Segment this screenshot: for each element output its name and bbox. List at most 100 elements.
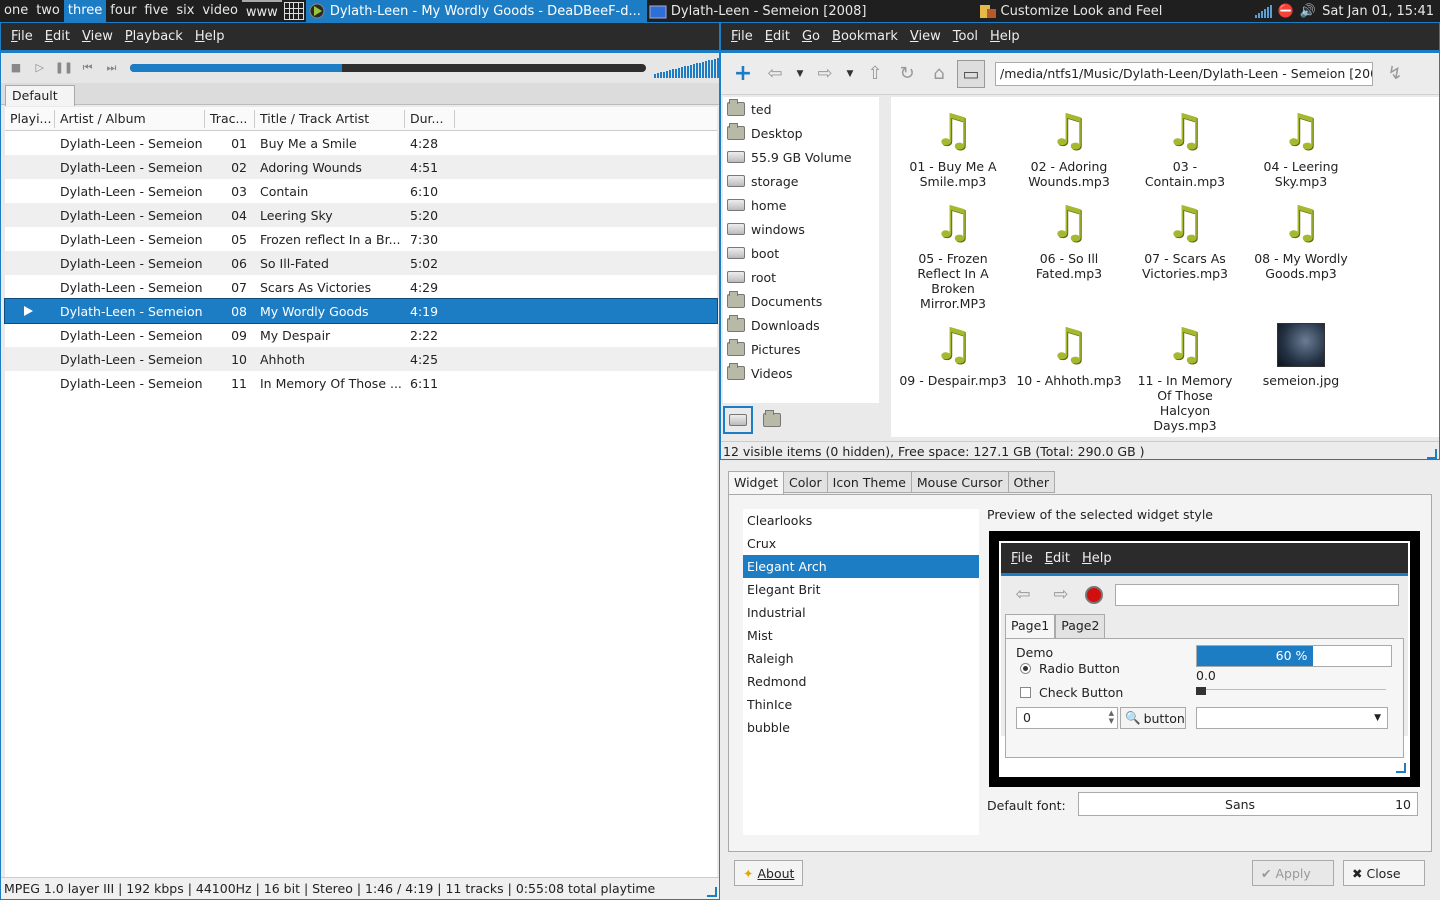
pause-button[interactable]: ❚❚ xyxy=(55,59,73,77)
column-artist-album[interactable]: Artist / Album xyxy=(55,109,205,128)
next-button[interactable]: ⏭ xyxy=(103,59,121,77)
file-item[interactable]: ♫ 09 - Despair.mp3 xyxy=(895,319,1011,433)
place-desktop[interactable]: Desktop xyxy=(723,121,879,145)
play-button[interactable]: ▷ xyxy=(31,59,49,77)
place-home[interactable]: home xyxy=(723,193,879,217)
theme-item[interactable]: Crux xyxy=(743,532,979,555)
column-track[interactable]: Trac... xyxy=(205,109,255,128)
playlist-row[interactable]: Dylath-Leen - Semeion 11 In Memory Of Thos… xyxy=(5,371,717,395)
theme-item[interactable]: Redmond xyxy=(743,670,979,693)
tab-widget[interactable]: Widget xyxy=(728,471,785,495)
resize-grip[interactable] xyxy=(1427,449,1437,459)
place-pictures[interactable]: Pictures xyxy=(723,337,879,361)
preview-tab-page2[interactable]: Page2 xyxy=(1055,614,1106,638)
back-history-dropdown-icon[interactable]: ▼ xyxy=(793,60,807,88)
theme-item[interactable]: Elegant Brit xyxy=(743,578,979,601)
menu-file[interactable]: File xyxy=(725,29,759,44)
theme-item[interactable]: ThinIce xyxy=(743,693,979,716)
file-item[interactable]: semeion.jpg xyxy=(1243,319,1359,433)
seek-bar[interactable] xyxy=(130,64,646,72)
font-picker-button[interactable]: Sans 10 xyxy=(1078,792,1418,816)
places-mode-button[interactable] xyxy=(723,406,753,434)
menu-help[interactable]: Help xyxy=(189,29,231,44)
apply-button[interactable]: ✔ Apply xyxy=(1252,860,1334,886)
workspace-video[interactable]: video xyxy=(198,0,242,22)
spin-button[interactable]: 0 ▲ ▼ xyxy=(1016,707,1118,729)
dirtree-mode-button[interactable] xyxy=(757,406,787,434)
resize-grip[interactable] xyxy=(707,887,717,897)
forward-arrow-icon[interactable]: ⇨ xyxy=(1047,581,1075,609)
workspace-three[interactable]: three xyxy=(63,0,107,22)
tab-color[interactable]: Color xyxy=(784,471,828,493)
back-arrow-icon[interactable]: ⇦ xyxy=(761,60,789,88)
forward-arrow-icon[interactable]: ⇨ xyxy=(811,60,839,88)
menu-view[interactable]: View xyxy=(76,29,119,44)
file-item[interactable]: ♫ 01 - Buy Me A Smile.mp3 xyxy=(895,105,1011,189)
theme-item[interactable]: Mist xyxy=(743,624,979,647)
place-boot[interactable]: boot xyxy=(723,241,879,265)
menu-edit[interactable]: Edit xyxy=(39,29,76,44)
previous-button[interactable]: ⏮ xyxy=(79,59,97,77)
preview-tab-page1[interactable]: Page1 xyxy=(1005,614,1056,638)
preview-menu-file[interactable]: File xyxy=(1005,551,1039,566)
scale-knob[interactable] xyxy=(1196,687,1206,695)
playlist-row[interactable]: Dylath-Leen - Semeion 03 Contain 6:10 xyxy=(5,179,717,203)
drive-icon[interactable]: ▭ xyxy=(957,59,985,88)
place-windows[interactable]: windows xyxy=(723,217,879,241)
playlist-row[interactable]: Dylath-Leen - Semeion 06 So Ill-Fated 5:02 xyxy=(5,251,717,275)
network-signal-icon[interactable] xyxy=(1254,4,1272,18)
file-item[interactable]: ♫ 05 - Frozen Reflect In A Broken Mirror.… xyxy=(895,197,1011,311)
menu-file[interactable]: File xyxy=(5,29,39,44)
menu-bookmark[interactable]: Bookmark xyxy=(826,29,904,44)
workspace-five[interactable]: five xyxy=(140,0,172,22)
playlist-row[interactable]: Dylath-Leen - Semeion 07 Scars As Victorie… xyxy=(5,275,717,299)
theme-item[interactable]: Raleigh xyxy=(743,647,979,670)
column-duration[interactable]: Dur... xyxy=(405,109,455,128)
theme-item[interactable]: Clearlooks xyxy=(743,509,979,532)
new-tab-plus-icon[interactable]: + xyxy=(729,60,757,88)
task-lxappearance[interactable]: Customize Look and Feel xyxy=(977,0,1169,22)
file-item[interactable]: ♫ 02 - Adoring Wounds.mp3 xyxy=(1011,105,1127,189)
column-playing[interactable]: Playi... xyxy=(5,109,55,128)
place-55-9-gb-volume[interactable]: 55.9 GB Volume xyxy=(723,145,879,169)
stop-button[interactable]: ■ xyxy=(7,59,25,77)
workspace-one[interactable]: one xyxy=(0,0,32,22)
tab-icon-theme[interactable]: Icon Theme xyxy=(827,471,912,493)
go-jump-icon[interactable]: ↯ xyxy=(1381,60,1409,88)
close-button[interactable]: ✖ Close xyxy=(1343,860,1425,886)
workspace-six[interactable]: six xyxy=(172,0,198,22)
menu-help[interactable]: Help xyxy=(984,29,1026,44)
playlist-row[interactable]: Dylath-Leen - Semeion 01 Buy Me a Smile 4:2… xyxy=(5,131,717,155)
window-list-grid-icon[interactable] xyxy=(283,2,304,20)
scale-slider[interactable] xyxy=(1196,687,1386,695)
theme-item[interactable]: bubble xyxy=(743,716,979,739)
preview-entry[interactable] xyxy=(1115,584,1399,606)
up-arrow-icon[interactable]: ⇧ xyxy=(861,60,889,88)
location-bar[interactable]: /media/ntfs1/Music/Dylath-Leen/Dylath-Le… xyxy=(995,61,1373,86)
task-deadbeef[interactable]: Dylath-Leen - My Wordly Goods - DeaDBeeF… xyxy=(305,0,647,22)
place-ted[interactable]: ted xyxy=(723,97,879,121)
playlist-tab-default[interactable]: Default xyxy=(5,85,75,106)
menu-view[interactable]: View xyxy=(904,29,947,44)
playlist-row[interactable]: Dylath-Leen - Semeion 09 My Despair 2:22 xyxy=(5,323,717,347)
preview-button[interactable]: 🔍 button xyxy=(1120,707,1186,729)
task-file-manager[interactable]: Dylath-Leen - Semeion [2008] xyxy=(647,0,873,22)
record-icon[interactable] xyxy=(1085,586,1103,604)
about-button[interactable]: ✦ About xyxy=(734,860,804,886)
file-item[interactable]: ♫ 10 - Ahhoth.mp3 xyxy=(1011,319,1127,433)
preview-menu-edit[interactable]: Edit xyxy=(1039,551,1076,566)
file-item[interactable]: ♫ 06 - So Ill Fated.mp3 xyxy=(1011,197,1127,311)
theme-item[interactable]: Elegant Arch xyxy=(743,555,979,578)
place-documents[interactable]: Documents xyxy=(723,289,879,313)
workspace-four[interactable]: four xyxy=(106,0,140,22)
preview-combo[interactable]: ▼ xyxy=(1196,707,1388,729)
place-videos[interactable]: Videos xyxy=(723,361,879,385)
volume-icon[interactable]: 🔊 xyxy=(1300,4,1316,19)
clock[interactable]: Sat Jan 01, 15:41 xyxy=(1322,4,1434,19)
check-button[interactable]: Check Button xyxy=(1020,685,1123,700)
playlist-row[interactable]: Dylath-Leen - Semeion 05 Frozen reflect In… xyxy=(5,227,717,251)
file-item[interactable]: ♫ 07 - Scars As Victories.mp3 xyxy=(1127,197,1243,311)
menu-tool[interactable]: Tool xyxy=(947,29,984,44)
playlist-row[interactable]: Dylath-Leen - Semeion 10 Ahhoth 4:25 xyxy=(5,347,717,371)
playlist-row[interactable]: Dylath-Leen - Semeion 02 Adoring Wounds 4:5… xyxy=(5,155,717,179)
